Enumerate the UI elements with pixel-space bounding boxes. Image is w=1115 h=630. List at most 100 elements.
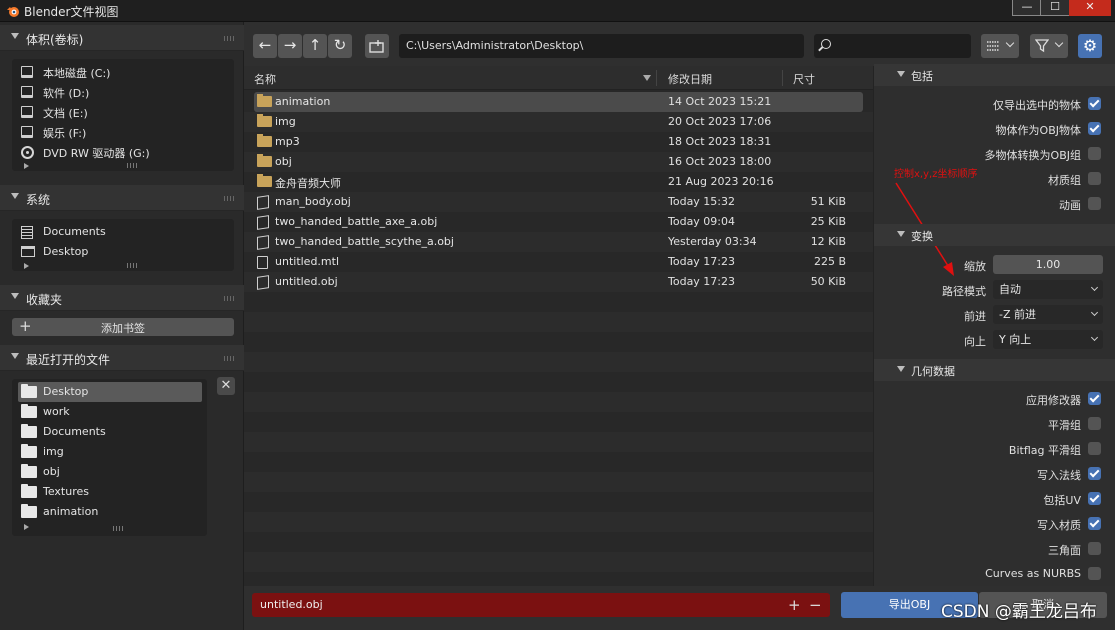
expand-triangle-icon[interactable]: [24, 163, 29, 169]
volume-item-d[interactable]: 软件 (D:): [18, 82, 206, 102]
recent-item-desktop[interactable]: Desktop: [18, 382, 202, 402]
recent-item-work[interactable]: work: [18, 402, 202, 422]
collapse-arrow-icon: [11, 293, 19, 299]
forward-axis-select[interactable]: -Z 前进: [993, 305, 1103, 324]
file-row-battle-scythe[interactable]: two_handed_battle_scythe_a.obj Yesterday …: [244, 232, 873, 252]
option-apply-modifiers[interactable]: 应用修改器: [874, 389, 1115, 409]
recent-item-obj[interactable]: obj: [18, 462, 202, 482]
file-name: img: [275, 115, 296, 128]
system-item-desktop[interactable]: Desktop: [18, 242, 206, 262]
refresh-button[interactable]: ↻: [328, 34, 352, 58]
add-bookmark-button[interactable]: + 添加书签: [12, 317, 234, 336]
volume-item-c[interactable]: 本地磁盘 (C:): [18, 62, 206, 82]
option-write-materials[interactable]: 写入材质: [874, 514, 1115, 534]
expand-triangle-icon[interactable]: [24, 263, 29, 269]
column-date-header[interactable]: 修改日期: [668, 71, 712, 87]
volume-item-f[interactable]: 娱乐 (F:): [18, 122, 206, 142]
file-row-animation[interactable]: animation 14 Oct 2023 15:21: [244, 92, 873, 112]
path-mode-select[interactable]: 自动: [993, 280, 1103, 299]
checkbox[interactable]: [1088, 392, 1101, 405]
checkbox[interactable]: [1088, 492, 1101, 505]
recent-item-img[interactable]: img: [18, 442, 202, 462]
checkbox[interactable]: [1088, 542, 1101, 555]
volume-label: 本地磁盘 (C:): [43, 67, 111, 80]
volumes-panel-header[interactable]: 体积(卷标): [0, 25, 244, 51]
column-divider[interactable]: [656, 70, 657, 86]
filter-search-input[interactable]: [814, 34, 971, 58]
resize-grip-icon[interactable]: [127, 163, 139, 168]
file-name: 金舟音频大师: [275, 177, 341, 190]
new-folder-button[interactable]: [365, 34, 389, 58]
geometry-section-header[interactable]: 几何数据: [874, 359, 1115, 381]
up-axis-select[interactable]: Y 向上: [993, 330, 1103, 349]
recent-item-animation[interactable]: animation: [18, 502, 202, 522]
option-label: 写入法线: [1037, 469, 1081, 482]
resize-grip-icon[interactable]: [113, 526, 125, 531]
drag-grip-icon[interactable]: [224, 36, 236, 41]
file-row-audio-master[interactable]: 金舟音频大师 21 Aug 2023 20:16: [244, 172, 873, 192]
option-include-uv[interactable]: 包括UV: [874, 489, 1115, 509]
option-write-normals[interactable]: 写入法线: [874, 464, 1115, 484]
file-row-untitled-obj[interactable]: untitled.obj Today 17:23 50 KiB: [244, 272, 873, 292]
display-mode-dropdown[interactable]: [981, 34, 1019, 58]
filename-input[interactable]: untitled.obj + −: [252, 593, 830, 617]
scale-property: 缩放 1.00: [874, 255, 1115, 275]
bookmarks-panel-header[interactable]: 收藏夹: [0, 285, 244, 311]
increment-button[interactable]: +: [788, 593, 801, 617]
title-bar: Blender文件视图 — ☐ ✕: [0, 0, 1115, 22]
decrement-button[interactable]: −: [809, 593, 822, 617]
checkbox[interactable]: [1088, 417, 1101, 430]
empty-row: [244, 392, 873, 412]
option-curves-nurbs[interactable]: Curves as NURBS: [874, 564, 1115, 584]
scale-field[interactable]: 1.00: [993, 255, 1103, 274]
forward-button[interactable]: →: [278, 34, 302, 58]
recent-item-documents[interactable]: Documents: [18, 422, 202, 442]
drag-grip-icon[interactable]: [224, 196, 236, 201]
drag-grip-icon[interactable]: [224, 296, 236, 301]
file-row-img[interactable]: img 20 Oct 2023 17:06: [244, 112, 873, 132]
file-row-man-body[interactable]: man_body.obj Today 15:32 51 KiB: [244, 192, 873, 212]
column-divider[interactable]: [782, 70, 783, 86]
volume-item-e[interactable]: 文档 (E:): [18, 102, 206, 122]
file-size: 50 KiB: [810, 275, 846, 288]
checkbox[interactable]: [1088, 567, 1101, 580]
directory-path-field[interactable]: C:\Users\Administrator\Desktop\: [399, 34, 804, 58]
resize-grip-icon[interactable]: [127, 263, 139, 268]
file-row-untitled-mtl[interactable]: untitled.mtl Today 17:23 225 B: [244, 252, 873, 272]
option-bitflag-smooth[interactable]: Bitflag 平滑组: [874, 439, 1115, 459]
column-header: 名称 修改日期 尺寸: [244, 66, 873, 90]
column-name-header[interactable]: 名称: [254, 71, 276, 87]
parent-directory-button[interactable]: ↑: [303, 34, 327, 58]
option-smooth-groups[interactable]: 平滑组: [874, 414, 1115, 434]
back-button[interactable]: ←: [253, 34, 277, 58]
minimize-button[interactable]: —: [1012, 0, 1042, 16]
checkbox[interactable]: [1088, 442, 1101, 455]
volume-item-g[interactable]: DVD RW 驱动器 (G:): [18, 142, 206, 162]
expand-triangle-icon[interactable]: [24, 524, 29, 530]
recent-panel-header[interactable]: 最近打开的文件: [0, 345, 244, 371]
file-row-mp3[interactable]: mp3 18 Oct 2023 18:31: [244, 132, 873, 152]
filter-dropdown[interactable]: [1030, 34, 1068, 58]
drag-grip-icon[interactable]: [224, 356, 236, 361]
file-date: Today 09:04: [668, 215, 736, 228]
system-panel-header[interactable]: 系统: [0, 185, 244, 211]
recent-item-textures[interactable]: Textures: [18, 482, 202, 502]
file-name: animation: [275, 95, 331, 108]
close-window-button[interactable]: ✕: [1069, 0, 1111, 16]
transform-section-header[interactable]: 变换: [874, 224, 1115, 246]
settings-gear-button[interactable]: ⚙: [1078, 34, 1102, 58]
option-triangulate[interactable]: 三角面: [874, 539, 1115, 559]
system-list: Documents Desktop: [12, 219, 234, 271]
file-name: untitled.mtl: [275, 255, 340, 268]
column-size-header[interactable]: 尺寸: [793, 71, 815, 87]
sort-arrow-icon[interactable]: [643, 75, 651, 81]
file-row-battle-axe[interactable]: two_handed_battle_axe_a.obj Today 09:04 25…: [244, 212, 873, 232]
file-row-obj[interactable]: obj 16 Oct 2023 18:00: [244, 152, 873, 172]
system-item-documents[interactable]: Documents: [18, 222, 206, 242]
checkbox[interactable]: [1088, 467, 1101, 480]
option-label: 平滑组: [1048, 419, 1081, 432]
maximize-button[interactable]: ☐: [1040, 0, 1070, 16]
desktop-icon: [21, 246, 35, 257]
clear-recent-button[interactable]: ✕: [217, 377, 235, 395]
checkbox[interactable]: [1088, 517, 1101, 530]
